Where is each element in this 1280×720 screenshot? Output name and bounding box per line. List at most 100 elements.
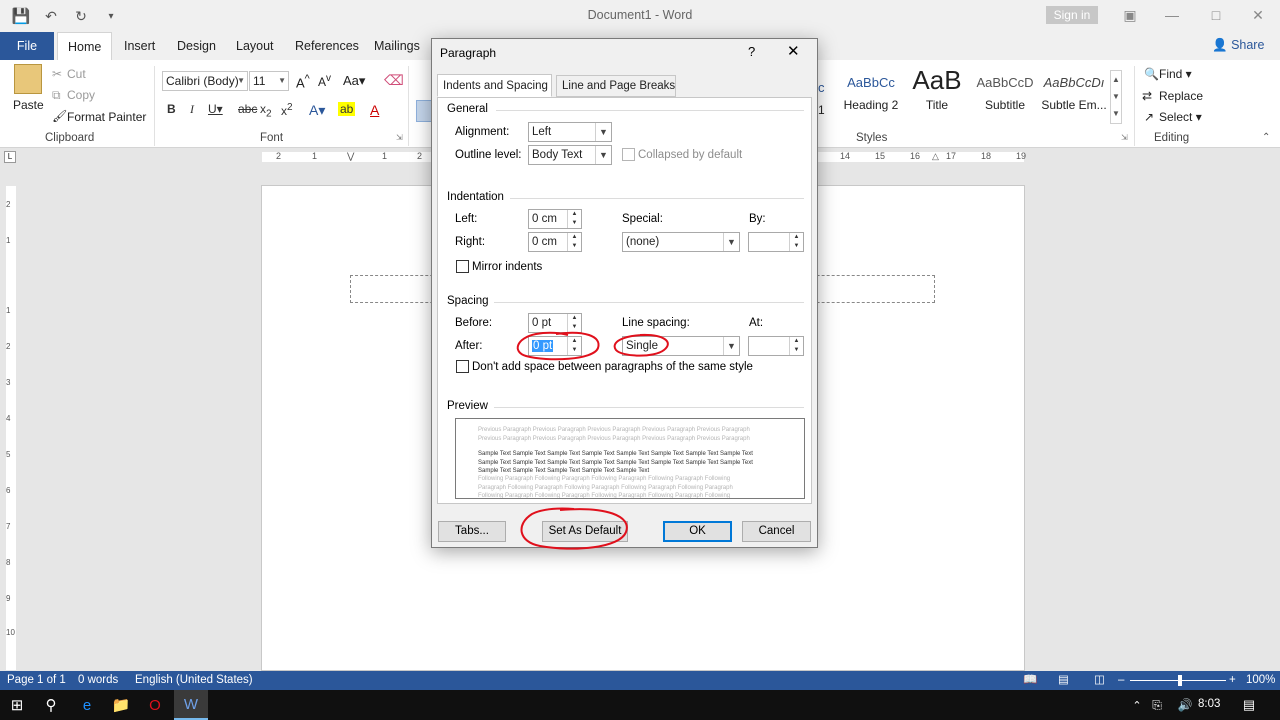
mirror-indents-checkbox[interactable] [456,260,469,273]
language-status[interactable]: English (United States) [135,671,253,690]
style-subtitle[interactable]: AaBbCcD Subtitle [972,68,1038,112]
zoom-out-icon[interactable]: – [1118,671,1124,690]
window-close-icon[interactable]: ✕ [1246,4,1270,26]
sign-in-button[interactable]: Sign in [1046,6,1098,24]
share-button[interactable]: 👤 Share [1212,38,1264,53]
volume-icon[interactable]: 🔊 [1168,690,1202,720]
font-size-combo[interactable]: 11 ▼ [249,71,289,91]
styles-scroll[interactable]: ▲ ▼ ▼ [1110,70,1122,124]
replace-button[interactable]: Replace [1159,89,1203,103]
opera-browser-icon[interactable]: O [138,690,172,720]
word-count[interactable]: 0 words [78,671,118,690]
collapsed-by-default-checkbox[interactable] [622,148,635,161]
windows-start-icon[interactable]: ⊞ [0,690,34,720]
search-icon[interactable]: ⚲ [34,690,68,720]
action-center-icon[interactable]: ▤ [1232,690,1266,720]
tab-indents-and-spacing[interactable]: Indents and Spacing [437,74,552,97]
highlight-icon[interactable]: ab [338,102,356,116]
line-spacing-select[interactable]: Single ▼ [622,336,740,356]
format-painter-button[interactable]: Format Painter [67,110,146,124]
select-button[interactable]: Select ▾ [1159,110,1202,124]
tab-file[interactable]: File [0,32,54,60]
at-spinner[interactable]: ▲ ▼ [748,336,804,356]
collapse-ribbon-icon[interactable]: ⌃ [1262,132,1270,143]
outline-level-select[interactable]: Body Text ▼ [528,145,612,165]
spinner-arrows-icon[interactable]: ▲ ▼ [567,337,581,355]
tab-design[interactable]: Design [177,32,216,60]
tabs-button[interactable]: Tabs... [438,521,506,542]
taskbar-clock[interactable]: 8:03 [1198,698,1220,710]
dialog-launcher-icon[interactable]: ⇲ [396,133,403,142]
zoom-in-icon[interactable]: + [1229,671,1236,690]
spinner-arrows-icon[interactable]: ▲ ▼ [567,233,581,251]
subscript-icon[interactable]: x2 [260,102,272,119]
minimize-icon[interactable]: — [1160,4,1184,26]
cut-button[interactable]: Cut [67,67,86,81]
paste-button[interactable]: Paste [13,98,44,112]
grow-font-icon[interactable]: A^ [296,73,310,90]
style-subtle-emphasis[interactable]: AaBbCcDı Subtle Em... [1040,68,1108,112]
word-taskbar-icon[interactable]: W [174,690,208,720]
italic-icon[interactable]: I [190,102,194,117]
file-explorer-icon[interactable]: 📁 [104,690,138,720]
dont-add-space-checkbox[interactable] [456,360,469,373]
right-indent-spinner[interactable]: 0 cm ▲ ▼ [528,232,582,252]
web-layout-icon[interactable]: ◫ [1094,671,1105,690]
left-indent-spinner[interactable]: 0 cm ▲ ▼ [528,209,582,229]
help-icon[interactable]: ? [748,44,755,59]
spacing-after-spinner[interactable]: 0 pt ▲ ▼ [528,336,582,356]
zoom-level[interactable]: 100% [1246,671,1275,690]
dialog-launcher-icon[interactable]: ⇲ [1121,133,1128,142]
tab-layout[interactable]: Layout [236,32,274,60]
tab-line-and-page-breaks[interactable]: Line and Page Breaks [556,75,676,97]
spinner-arrows-icon[interactable]: ▲ ▼ [789,337,803,355]
tab-selector-icon[interactable]: L [4,151,16,163]
bold-icon[interactable]: B [167,102,176,116]
tab-home[interactable]: Home [57,32,113,60]
style-heading-2[interactable]: AaBbCc Heading 2 [838,68,904,112]
font-color-icon[interactable]: A [370,102,379,118]
page-count[interactable]: Page 1 of 1 [7,671,66,690]
spinner-arrows-icon[interactable]: ▲ ▼ [789,233,803,251]
tab-mailings[interactable]: Mailings [374,32,420,60]
tab-insert[interactable]: Insert [124,32,155,60]
font-name-combo[interactable]: Calibri (Body) ▼ [162,71,248,91]
maximize-icon[interactable]: □ [1204,4,1228,26]
save-icon[interactable]: 💾 [10,6,32,26]
redo-icon[interactable]: ↻ [70,6,92,26]
alignment-select[interactable]: Left ▼ [528,122,612,142]
close-icon[interactable]: ✕ [787,42,800,60]
tab-references[interactable]: References [295,32,359,60]
underline-icon[interactable]: U▾ [208,102,223,116]
special-select[interactable]: (none) ▼ [622,232,740,252]
right-indent-marker[interactable]: △ [932,151,939,162]
spinner-arrows-icon[interactable]: ▲ ▼ [567,210,581,228]
ok-button[interactable]: OK [663,521,732,542]
edge-browser-icon[interactable]: e [70,690,104,720]
style-title[interactable]: AaB Title [904,68,970,112]
text-effects-icon[interactable]: A▾ [309,102,325,119]
copy-button[interactable]: Copy [67,88,95,102]
align-left-icon[interactable] [416,100,432,122]
customize-qat-icon[interactable]: ▾ [100,6,122,26]
zoom-slider-thumb[interactable] [1178,675,1182,686]
first-line-indent-marker[interactable]: ⋁ [347,151,354,162]
superscript-icon[interactable]: x2 [281,102,293,118]
by-spinner[interactable]: ▲ ▼ [748,232,804,252]
spacing-before-spinner[interactable]: 0 pt ▲ ▼ [528,313,582,333]
paste-icon[interactable] [14,64,42,94]
shrink-font-icon[interactable]: Av [318,73,331,89]
clear-formatting-icon[interactable]: ⌫ [384,72,404,89]
find-button[interactable]: Find ▾ [1159,67,1192,81]
spinner-arrows-icon[interactable]: ▲ ▼ [567,314,581,332]
cancel-button[interactable]: Cancel [742,521,811,542]
set-as-default-button[interactable]: Set As Default [542,521,628,542]
style-sample: AaBbCcDı [1043,75,1105,90]
strikethrough-icon[interactable]: abc [238,102,257,116]
change-case-icon[interactable]: Aa▾ [343,73,365,89]
print-layout-icon[interactable]: ▤ [1058,671,1069,690]
undo-icon[interactable]: ↶ [40,6,62,26]
style-partial-sample[interactable]: c [818,80,825,95]
read-mode-icon[interactable]: 📖 [1023,671,1037,690]
ribbon-display-options-icon[interactable]: ▣ [1118,4,1142,26]
